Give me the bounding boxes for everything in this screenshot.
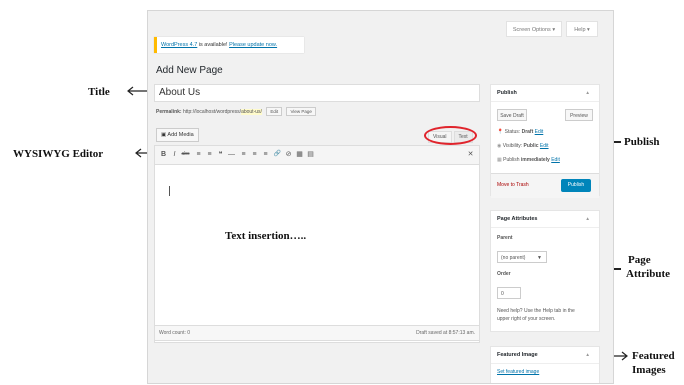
read-more-icon[interactable]: ▦ <box>295 149 304 160</box>
bullet-list-icon[interactable]: ≡ <box>194 149 203 160</box>
move-to-trash-link[interactable]: Move to Trash <box>497 182 529 188</box>
status-label: Status: <box>504 129 521 135</box>
content-editor[interactable]: B I abc ≡ ≡ ❝ — ≡ ≡ ≡ 🔗 ⊘ ▦ ▤ ✕ Text ins… <box>154 145 480 343</box>
visibility-label: Visibility: <box>502 143 523 149</box>
schedule-edit-link[interactable]: Edit <box>551 157 560 163</box>
visibility-value: Public <box>523 143 539 149</box>
parent-select-value: (no parent) <box>501 255 526 261</box>
view-page-button[interactable]: View Page <box>286 107 316 116</box>
screen-options-button[interactable]: Screen Options ▾ <box>506 21 562 37</box>
link-icon[interactable]: 🔗 <box>273 149 282 160</box>
page-attributes-header[interactable]: Page Attributes ▴ <box>491 211 599 228</box>
page-title: Add New Page <box>156 65 223 76</box>
wordpress-version-link[interactable]: WordPress 4.7 <box>161 42 197 48</box>
title-input[interactable]: About Us <box>154 84 480 102</box>
save-draft-button[interactable]: Save Draft <box>497 109 527 121</box>
visibility-line: ◉ Visibility: Public Edit <box>497 143 549 149</box>
preview-button[interactable]: Preview <box>565 109 593 121</box>
collapse-arrow-icon[interactable]: ▴ <box>586 85 589 101</box>
help-text-2: upper right of your screen. <box>497 316 556 322</box>
featured-image-box: Featured Image ▴ Set featured image <box>490 346 600 383</box>
collapse-arrow-icon[interactable]: ▴ <box>586 211 589 227</box>
align-left-icon[interactable]: ≡ <box>239 149 248 160</box>
toolbar-toggle-icon[interactable]: ▤ <box>306 149 315 160</box>
annotation-featured-1: Featured <box>632 350 675 362</box>
fullscreen-icon[interactable]: ✕ <box>466 149 475 160</box>
featured-image-line: Set featured image <box>497 369 539 375</box>
horizontal-line-icon[interactable]: — <box>227 149 236 160</box>
publish-actions: Move to Trash Publish <box>491 173 599 198</box>
order-label: Order <box>497 271 511 277</box>
publish-box-header[interactable]: Publish ▴ <box>491 85 599 102</box>
notice-text: is available! <box>197 42 230 48</box>
permalink-edit-button[interactable]: Edit <box>266 107 283 116</box>
annotation-wysiwyg: WYSIWYG Editor <box>13 148 104 160</box>
set-featured-image-link[interactable]: Set featured image <box>497 369 539 375</box>
brace-page-attribute-tick <box>613 268 621 270</box>
align-right-icon[interactable]: ≡ <box>261 149 270 160</box>
strikethrough-icon[interactable]: abc <box>181 149 190 160</box>
publish-box: Publish ▴ Save Draft Preview 📍 Status: Dr… <box>490 84 600 198</box>
collapse-arrow-icon[interactable]: ▴ <box>586 347 589 363</box>
numbered-list-icon[interactable]: ≡ <box>205 149 214 160</box>
permalink: Permalink: http://localhost/wordpress/ab… <box>156 107 316 116</box>
featured-image-header[interactable]: Featured Image ▴ <box>491 347 599 364</box>
publish-box-title: Publish <box>497 90 517 96</box>
editor-body-text: Text insertion….. <box>225 230 307 242</box>
publish-button[interactable]: Publish <box>561 179 591 192</box>
editor-statusbar: Word count: 0 Draft saved at 8:57:13 am. <box>154 325 480 341</box>
parent-label: Parent <box>497 235 513 241</box>
help-button[interactable]: Help ▾ <box>566 21 598 37</box>
add-media-button[interactable]: ▣ Add Media <box>156 128 199 142</box>
pin-icon: 📍 <box>497 129 505 135</box>
schedule-line: ▦ Publish immediately Edit <box>497 157 560 163</box>
schedule-label: Publish <box>503 157 520 163</box>
status-value: Draft <box>521 129 534 135</box>
annotation-page-attribute-1: Page <box>628 254 651 266</box>
permalink-slug[interactable]: about-us/ <box>241 109 262 115</box>
permalink-label: Permalink: <box>156 109 182 115</box>
unlink-icon[interactable]: ⊘ <box>284 149 293 160</box>
annotation-page-attribute-2: Attribute <box>626 268 670 280</box>
update-notice: WordPress 4.7 is available! Please updat… <box>154 37 304 53</box>
add-media-label: Add Media <box>167 132 194 138</box>
parent-select[interactable]: (no parent) ▼ <box>497 251 547 263</box>
featured-image-title: Featured Image <box>497 352 538 358</box>
brace-publish-tick <box>613 141 621 143</box>
draft-saved-text: Draft saved at 8:57:13 am. <box>416 330 475 336</box>
schedule-value: immediately <box>520 157 550 163</box>
word-count: Word count: 0 <box>159 330 191 336</box>
italic-icon[interactable]: I <box>170 149 179 160</box>
annotation-featured-2: Images <box>632 364 666 376</box>
status-line: 📍 Status: Draft Edit <box>497 129 543 135</box>
page-attributes-title: Page Attributes <box>497 216 538 222</box>
annotation-publish: Publish <box>624 136 660 148</box>
chevron-down-icon: ▼ <box>537 255 542 261</box>
page-attributes-box: Page Attributes ▴ Parent (no parent) ▼ Ord… <box>490 210 600 332</box>
annotation-title: Title <box>88 86 110 98</box>
update-now-link[interactable]: Please update now. <box>229 42 277 48</box>
editor-toolbar: B I abc ≡ ≡ ❝ — ≡ ≡ ≡ 🔗 ⊘ ▦ ▤ ✕ <box>155 146 479 165</box>
permalink-base: http://localhost/wordpress/ <box>182 109 242 115</box>
visibility-edit-link[interactable]: Edit <box>540 143 549 149</box>
status-edit-link[interactable]: Edit <box>535 129 544 135</box>
highlight-oval <box>424 126 477 145</box>
help-text-1: Need help? Use the Help tab in the <box>497 308 575 314</box>
bold-icon[interactable]: B <box>159 149 168 160</box>
text-cursor <box>169 186 170 196</box>
blockquote-icon[interactable]: ❝ <box>216 149 225 160</box>
wp-admin-screenshot: Screen Options ▾ Help ▾ WordPress 4.7 is… <box>147 10 614 384</box>
order-input[interactable]: 0 <box>497 287 521 299</box>
align-center-icon[interactable]: ≡ <box>250 149 259 160</box>
